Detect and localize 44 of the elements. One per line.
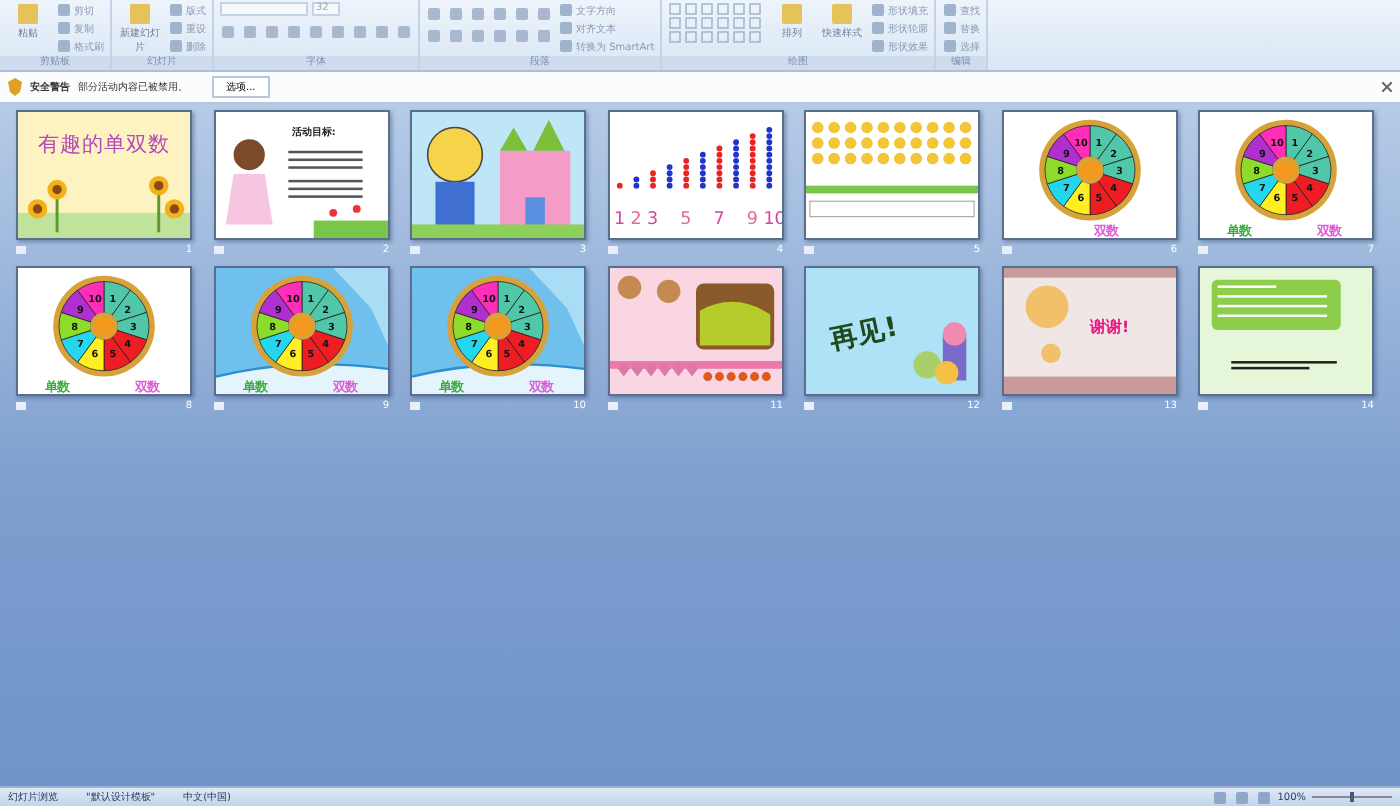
- transition-icon: [1001, 245, 1011, 253]
- command-icon: [780, 2, 805, 26]
- text-card-drawing: [1211, 279, 1341, 370]
- slide-text: 9: [745, 210, 757, 231]
- transition-icon: [16, 401, 26, 409]
- slideshow-icon: [1255, 789, 1272, 805]
- transition-icon: [410, 245, 420, 253]
- girl-drawing: [224, 139, 272, 225]
- transition-icon: [607, 401, 617, 409]
- wheel-drawing: [53, 275, 155, 377]
- slide-text: 7: [712, 210, 724, 231]
- shield-icon: [8, 78, 22, 96]
- normal-view-icon: [1211, 789, 1228, 805]
- slide-text: 3: [646, 210, 658, 231]
- slide-text: 再见!: [826, 311, 901, 357]
- transition-icon: [607, 245, 617, 253]
- wheel-drawing: [447, 275, 549, 377]
- wheel-drawing: [250, 275, 352, 377]
- transition-icon: [804, 245, 814, 253]
- slide-text: 5: [679, 210, 691, 231]
- slide-text: 有趣的单双数: [37, 130, 171, 157]
- transition-icon: [213, 245, 223, 253]
- close-icon[interactable]: [1382, 82, 1392, 92]
- transition-icon: [804, 401, 814, 409]
- shapes-gallery-icon[interactable]: [668, 2, 765, 46]
- sorter-view-icon: [1233, 789, 1250, 805]
- slide-text: 10: [762, 210, 783, 231]
- transition-icon: [213, 401, 223, 409]
- text-lines-drawing: [287, 150, 362, 198]
- transition-icon: [1198, 401, 1208, 409]
- command-icon: [830, 2, 855, 26]
- castle-drawing: [499, 119, 571, 229]
- transition-icon: [16, 245, 26, 253]
- slide-text: 2: [629, 210, 641, 231]
- transition-icon: [1001, 401, 1011, 409]
- slide-text: 1: [612, 210, 625, 231]
- flowers-drawing: [312, 205, 387, 238]
- transition-icon: [410, 401, 420, 409]
- command-icon: [128, 2, 152, 26]
- wheel-drawing: [1038, 119, 1140, 221]
- font-name-field[interactable]: [220, 2, 308, 16]
- command-icon: [16, 2, 40, 26]
- wheel-drawing: [1235, 119, 1337, 221]
- transition-icon: [1198, 245, 1208, 253]
